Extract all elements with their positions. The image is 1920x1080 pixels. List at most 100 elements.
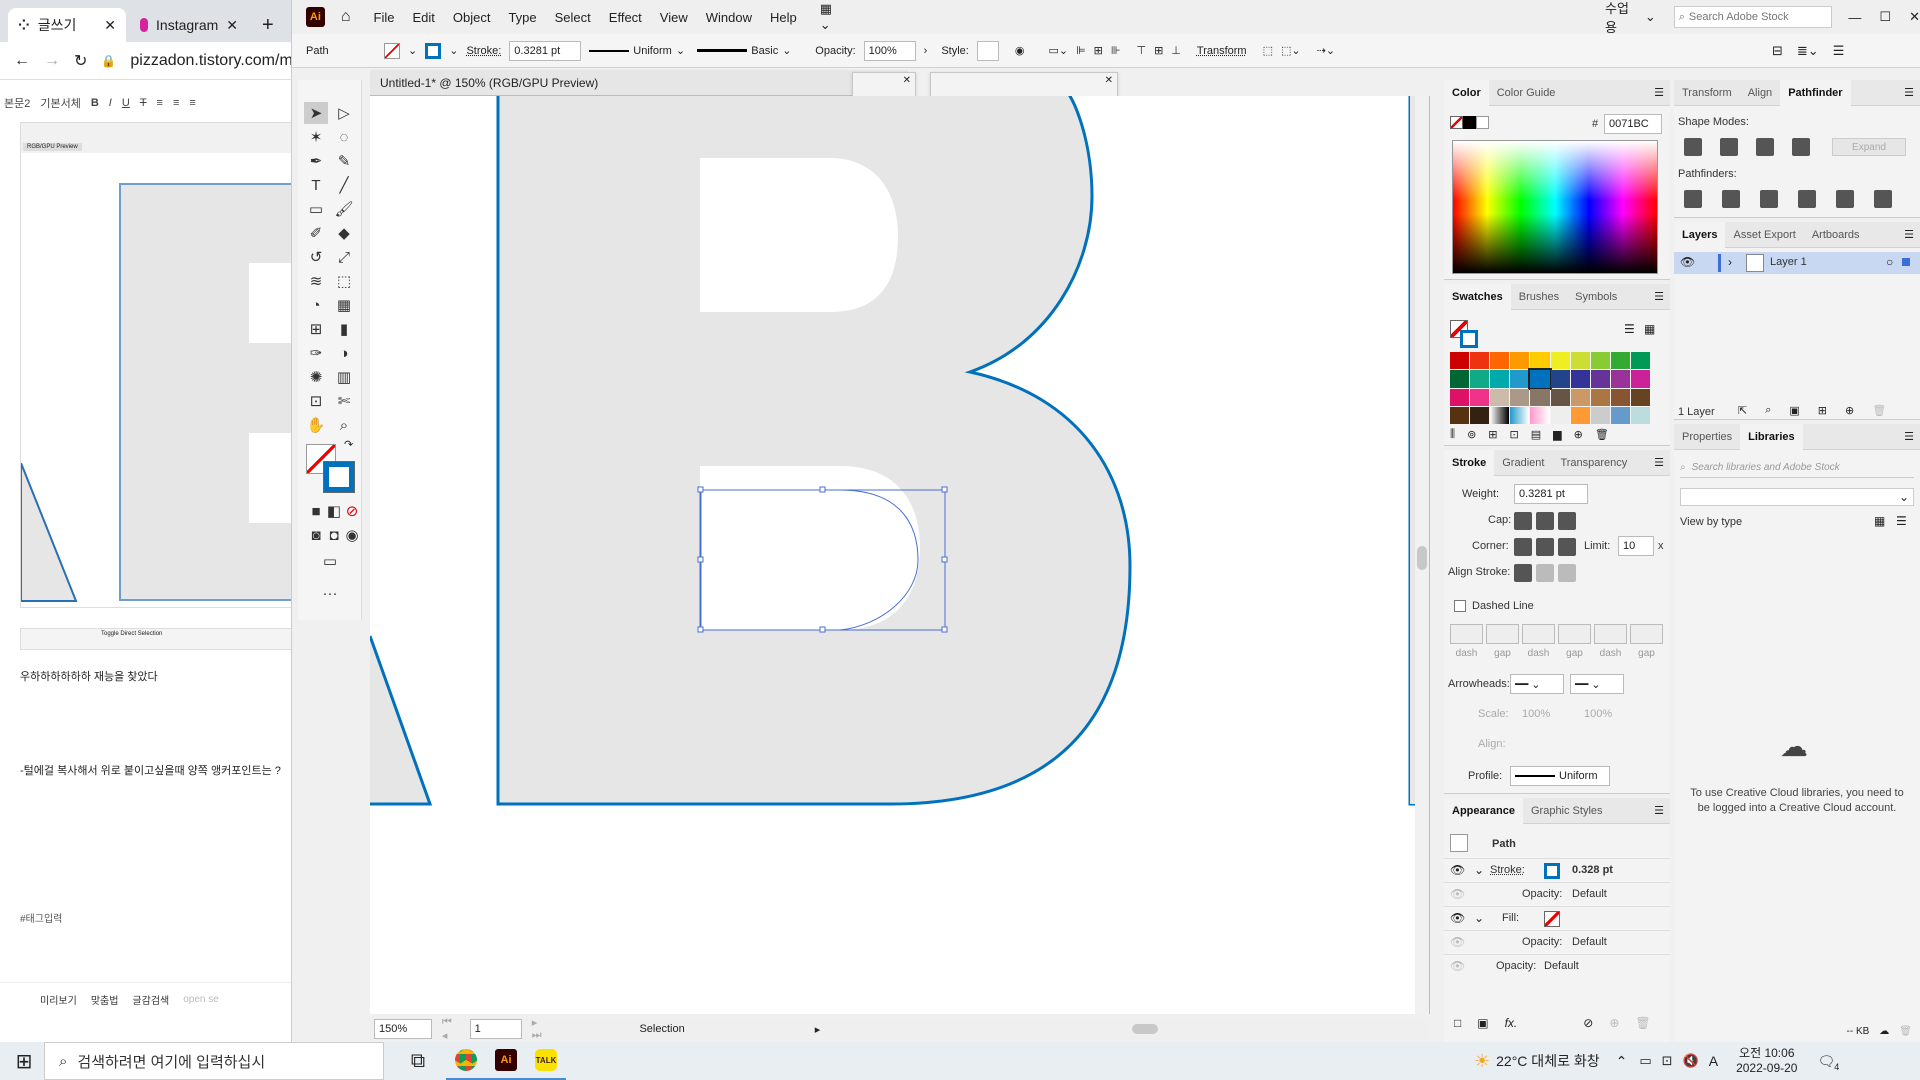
- eye-icon[interactable]: 👁: [1450, 887, 1465, 901]
- tab-color[interactable]: Color: [1444, 79, 1489, 106]
- weather-icon[interactable]: ☀: [1474, 1051, 1490, 1072]
- panel-menu-icon[interactable]: ☰: [1904, 430, 1914, 443]
- outline-icon[interactable]: [1836, 190, 1854, 208]
- minus-front-icon[interactable]: [1720, 138, 1738, 156]
- dash-field[interactable]: [1594, 624, 1627, 644]
- underline-icon[interactable]: U: [122, 97, 130, 109]
- draw-inside-icon[interactable]: ◉: [340, 524, 364, 546]
- swatch[interactable]: [1490, 370, 1510, 388]
- display-icon[interactable]: ⊡: [1662, 1053, 1673, 1069]
- add-stroke-icon[interactable]: □: [1454, 1016, 1461, 1030]
- panel-menu-icon[interactable]: ☰: [1654, 804, 1664, 817]
- blog-line[interactable]: 우하하하하하하 재능을 찾았다: [20, 668, 158, 684]
- tab-appearance[interactable]: Appearance: [1444, 797, 1523, 824]
- tab-transparency[interactable]: Transparency: [1552, 450, 1635, 476]
- group-icon[interactable]: ⊞: [1488, 428, 1497, 441]
- menu-view[interactable]: View: [651, 10, 697, 25]
- divide-icon[interactable]: [1684, 190, 1702, 208]
- align-left-icon[interactable]: ⊫: [1076, 44, 1086, 57]
- swatch[interactable]: [1470, 352, 1490, 370]
- tab-gradient[interactable]: Gradient: [1494, 450, 1552, 476]
- hex-field[interactable]: 0071BC: [1604, 114, 1662, 134]
- chevron-down-icon[interactable]: ⌄: [408, 44, 417, 57]
- width-tool-icon[interactable]: ≋: [304, 270, 328, 292]
- stroke-label[interactable]: Stroke:: [466, 45, 501, 57]
- opacity-field[interactable]: 100%: [863, 40, 916, 61]
- rotate-tool-icon[interactable]: ↺: [304, 246, 328, 268]
- align-center-stroke-icon[interactable]: [1514, 564, 1532, 582]
- weight-field[interactable]: 0.3281 pt: [1514, 484, 1588, 504]
- horizontal-scroll-thumb[interactable]: [1132, 1024, 1159, 1034]
- symbol-sprayer-tool-icon[interactable]: ✺: [304, 366, 328, 388]
- eyedropper-tool-icon[interactable]: ✑: [304, 342, 328, 364]
- eraser-tool-icon[interactable]: ◆: [332, 222, 356, 244]
- swatch[interactable]: [1570, 388, 1590, 406]
- paintbrush-tool-icon[interactable]: 🖌: [332, 198, 356, 220]
- align-vcenter-icon[interactable]: ⊞: [1154, 44, 1163, 57]
- align-right-icon[interactable]: ≡: [189, 97, 195, 109]
- exclude-icon[interactable]: [1792, 138, 1810, 156]
- tab-layers[interactable]: Layers: [1674, 221, 1726, 248]
- notification-icon[interactable]: 🗨 4: [1817, 1053, 1839, 1072]
- mesh-tool-icon[interactable]: ⊞: [304, 318, 328, 340]
- ime-indicator[interactable]: A: [1709, 1053, 1718, 1069]
- close-icon[interactable]: ✕: [226, 17, 238, 34]
- fx-icon[interactable]: fx.: [1505, 1016, 1518, 1030]
- tab-brushes[interactable]: Brushes: [1511, 284, 1567, 310]
- tag-input[interactable]: #태그입력: [20, 910, 62, 925]
- gap-field[interactable]: [1486, 624, 1519, 644]
- chevron-right-icon[interactable]: ›: [1728, 255, 1732, 269]
- add-fill-icon[interactable]: ▣: [1477, 1016, 1488, 1030]
- swatch[interactable]: [1450, 352, 1470, 370]
- swatch[interactable]: [1610, 406, 1630, 424]
- target-icon[interactable]: ○: [1886, 255, 1893, 269]
- swatch[interactable]: [1530, 352, 1550, 370]
- arrange-icon[interactable]: ⊟: [1772, 43, 1783, 59]
- library-select[interactable]: ⌄: [1680, 488, 1914, 506]
- align-top-icon[interactable]: ⊤: [1136, 44, 1146, 57]
- color-spectrum[interactable]: [1452, 140, 1658, 274]
- selection-tool-icon[interactable]: ➤: [304, 102, 328, 124]
- fill-swatch[interactable]: [384, 42, 400, 59]
- swatch[interactable]: [1610, 388, 1630, 406]
- clock[interactable]: 오전 10:06 2022-09-20: [1736, 1046, 1797, 1076]
- projecting-cap-icon[interactable]: [1558, 512, 1576, 530]
- menu-help[interactable]: Help: [761, 10, 806, 25]
- shape-icon[interactable]: ⬚⌄: [1281, 44, 1301, 57]
- chevron-right-icon[interactable]: ›: [924, 45, 928, 57]
- swatch[interactable]: [1590, 406, 1610, 424]
- strike-icon[interactable]: T: [140, 97, 147, 109]
- trim-icon[interactable]: [1722, 190, 1740, 208]
- panel-menu-icon[interactable]: ☰: [1654, 456, 1664, 469]
- swatch[interactable]: [1510, 352, 1530, 370]
- menu-object[interactable]: Object: [444, 10, 500, 25]
- chevron-down-icon[interactable]: ⌄: [1474, 911, 1484, 925]
- eye-icon[interactable]: 👁: [1680, 255, 1695, 269]
- minimize-icon[interactable]: —: [1848, 10, 1861, 25]
- pen-tool-icon[interactable]: ✒: [304, 150, 328, 172]
- dash-field[interactable]: [1522, 624, 1555, 644]
- screen-mode-icon[interactable]: ▭: [318, 550, 342, 572]
- isolate-icon[interactable]: ⬚: [1263, 44, 1273, 57]
- search-material-button[interactable]: 글감검색: [132, 992, 169, 1007]
- italic-icon[interactable]: I: [109, 97, 112, 109]
- trash-icon[interactable]: 🗑: [1635, 1016, 1650, 1030]
- swatch[interactable]: [1590, 388, 1610, 406]
- swatch[interactable]: [1590, 352, 1610, 370]
- menu-type[interactable]: Type: [499, 10, 545, 25]
- back-icon[interactable]: ←: [14, 52, 30, 70]
- trash-icon[interactable]: 🗑: [1595, 428, 1609, 441]
- selection-indicator[interactable]: [1902, 258, 1910, 266]
- swatch[interactable]: [1550, 370, 1570, 388]
- horizontal-scrollbar[interactable]: [836, 1022, 1430, 1036]
- library-icon[interactable]: ⫼: [1450, 428, 1455, 441]
- swatch[interactable]: [1470, 406, 1490, 424]
- merge-icon[interactable]: [1760, 190, 1778, 208]
- opacity-row-label[interactable]: Opacity:: [1522, 888, 1562, 900]
- artboard-tool-icon[interactable]: ⊡: [304, 390, 328, 412]
- new-layer-icon[interactable]: ⊕: [1845, 404, 1854, 417]
- swatch[interactable]: [1530, 406, 1550, 424]
- shape-builder-tool-icon[interactable]: ◔: [304, 294, 328, 316]
- panel-menu-icon[interactable]: ☰: [1654, 290, 1664, 303]
- clip-mask-icon[interactable]: ▣: [1789, 404, 1799, 417]
